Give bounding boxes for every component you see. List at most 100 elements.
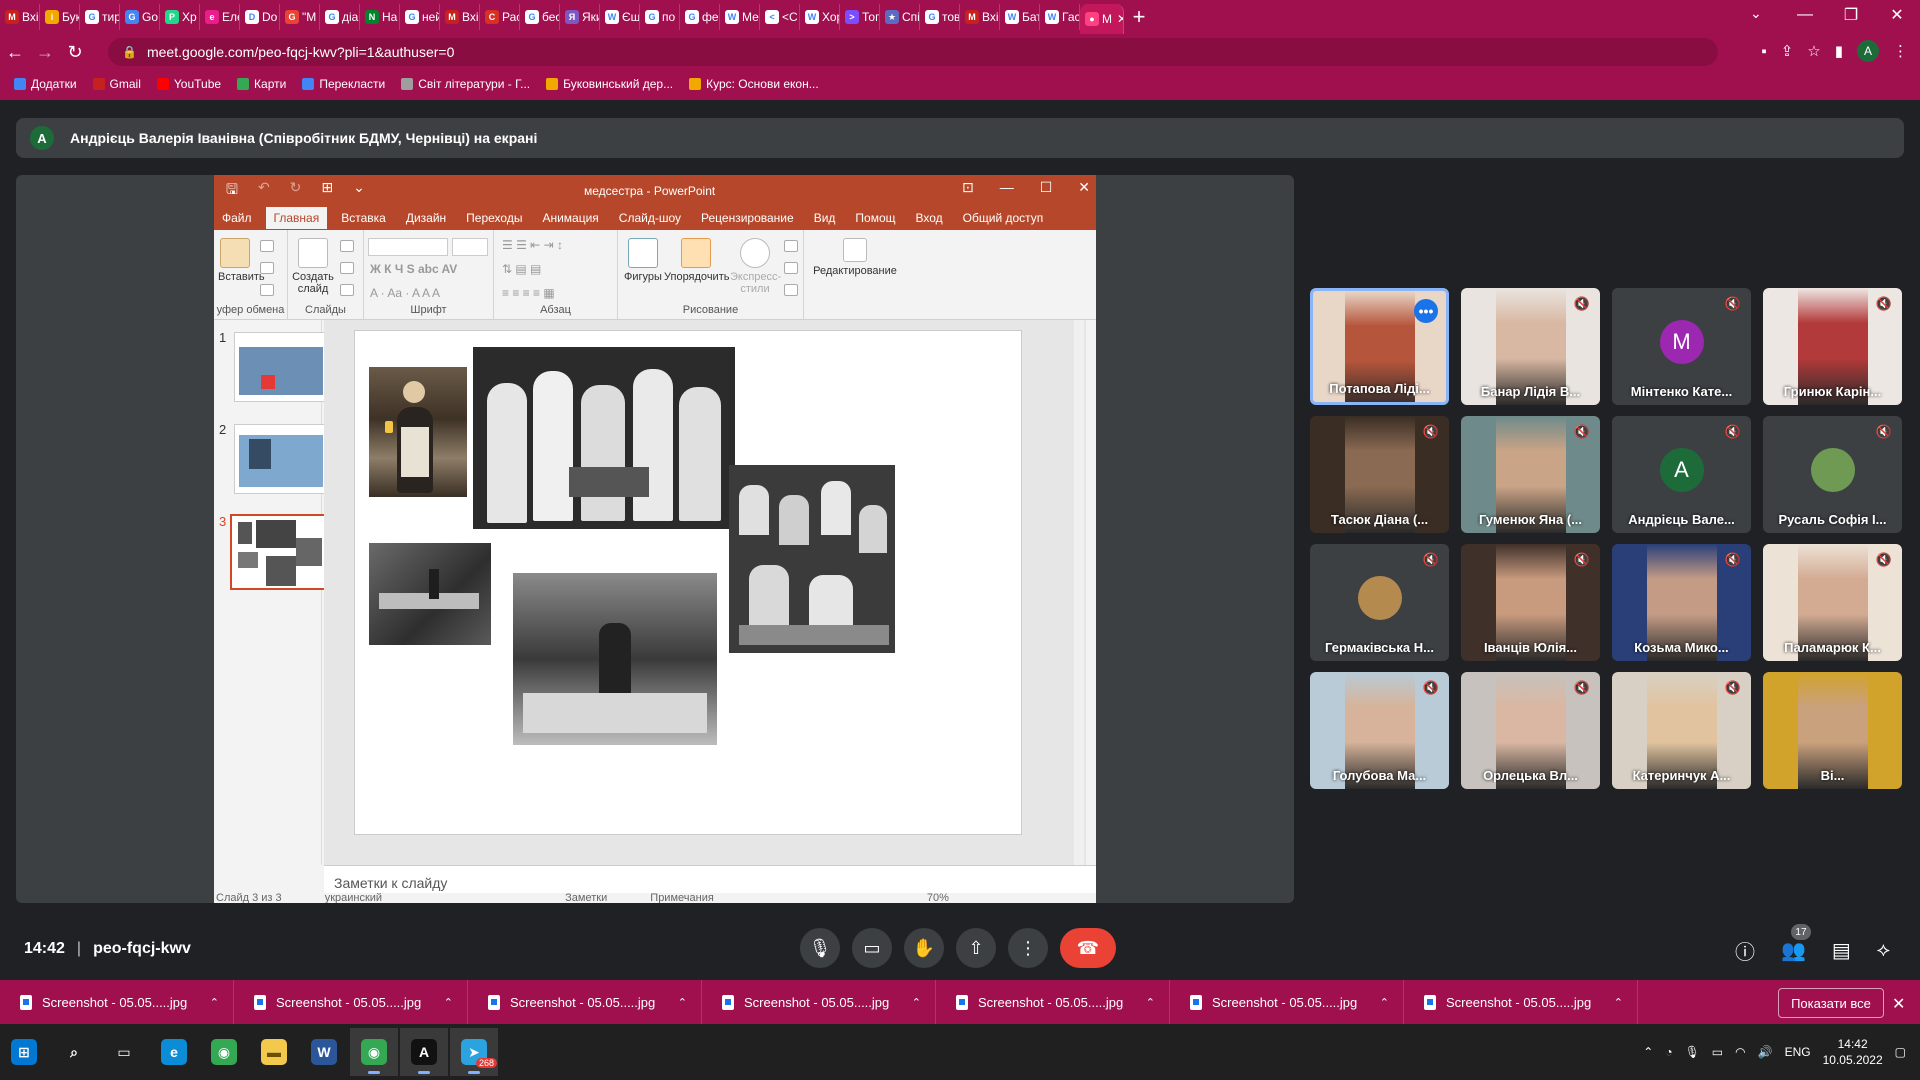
- browser-tab[interactable]: Gдіа: [320, 4, 360, 30]
- menu-kebab-icon[interactable]: ⋮: [1893, 42, 1908, 60]
- browser-tab[interactable]: W Єщ: [600, 4, 640, 30]
- browser-tab[interactable]: Gбес: [520, 4, 560, 30]
- download-item[interactable]: Screenshot - 05.05.....jpg ⌃: [702, 980, 936, 1024]
- browser-tab[interactable]: N На: [360, 4, 400, 30]
- reload-icon[interactable]: ↻: [60, 42, 90, 63]
- ppt-tab[interactable]: Помощ: [855, 211, 895, 225]
- browser-tab[interactable]: < <С: [760, 4, 800, 30]
- bookmark-item[interactable]: Gmail: [92, 77, 141, 91]
- camera-button[interactable]: ▭: [852, 928, 892, 968]
- save-icon[interactable]: 🖫: [226, 179, 238, 203]
- download-item[interactable]: Screenshot - 05.05.....jpg ⌃: [0, 980, 234, 1024]
- wifi-icon[interactable]: ◠: [1735, 1045, 1745, 1059]
- present-button[interactable]: ⇧: [956, 928, 996, 968]
- system-clock[interactable]: 14:42 10.05.2022: [1823, 1036, 1883, 1068]
- section-icon[interactable]: [340, 284, 354, 296]
- browser-tab[interactable]: eЕле: [200, 4, 240, 30]
- taskbar-button[interactable]: e: [150, 1028, 198, 1076]
- ppt-tab[interactable]: Вставка: [341, 211, 386, 225]
- participant-tile[interactable]: 🔇 Гуменюк Яна (...: [1461, 416, 1600, 533]
- zoom-level[interactable]: 70%: [927, 893, 949, 903]
- undo-icon[interactable]: ↶: [258, 179, 270, 203]
- download-item[interactable]: Screenshot - 05.05.....jpg ⌃: [936, 980, 1170, 1024]
- microphone-button[interactable]: 🎙: [800, 928, 840, 968]
- bold-icon[interactable]: Ж К Ч S abc AV: [370, 262, 457, 276]
- presentation-icon[interactable]: ⊞: [321, 179, 333, 203]
- network-icon[interactable]: ◔: [1665, 1045, 1672, 1059]
- slide-scrollbar[interactable]: [1074, 320, 1084, 865]
- ppt-close-icon[interactable]: ✕: [1078, 179, 1090, 196]
- browser-tab[interactable]: Gней: [400, 4, 440, 30]
- tab-search-chevron-icon[interactable]: ⌄: [1750, 5, 1762, 22]
- browser-tab[interactable]: ★ Спі: [880, 4, 920, 30]
- browser-tab[interactable]: P Хр: [160, 4, 200, 30]
- download-item[interactable]: Screenshot - 05.05.....jpg ⌃: [468, 980, 702, 1024]
- reset-icon[interactable]: [340, 262, 354, 274]
- browser-tab[interactable]: > Тог: [840, 4, 880, 30]
- participant-tile[interactable]: ••• Потапова Лідi...: [1310, 288, 1449, 405]
- ppt-maximize-icon[interactable]: ☐: [1040, 179, 1053, 196]
- bullets-icon[interactable]: ☰ ☰ ⇤ ⇥ ↕: [502, 238, 563, 252]
- current-slide[interactable]: [354, 330, 1022, 835]
- taskbar-button[interactable]: A: [400, 1028, 448, 1076]
- input-language[interactable]: ENG: [1785, 1045, 1811, 1059]
- restore-icon[interactable]: ❐: [1828, 0, 1874, 30]
- bookmark-item[interactable]: Буковинський дер...: [546, 77, 673, 91]
- lock-icon[interactable]: 🔒: [122, 45, 137, 59]
- font-color-icon[interactable]: A · Aa · A A A: [370, 286, 440, 300]
- ppt-tab[interactable]: Вход: [916, 211, 943, 225]
- participant-tile[interactable]: 🔇 Гринюк Карін...: [1763, 288, 1902, 405]
- participant-tile[interactable]: 🔇 Орлецька Вл...: [1461, 672, 1600, 789]
- minimize-icon[interactable]: —: [1782, 0, 1828, 30]
- editing-button[interactable]: Редактирование: [810, 238, 900, 277]
- download-item[interactable]: Screenshot - 05.05.....jpg ⌃: [1170, 980, 1404, 1024]
- slide-thumb-1[interactable]: [234, 332, 328, 402]
- share-icon[interactable]: ⇪: [1781, 42, 1794, 60]
- tray-chevron-icon[interactable]: ⌃: [1643, 1045, 1653, 1059]
- bookmark-item[interactable]: YouTube: [156, 77, 221, 91]
- bookmark-item[interactable]: Додатки: [14, 77, 77, 91]
- chevron-up-icon[interactable]: ⌃: [1380, 996, 1389, 1009]
- copy-icon[interactable]: [260, 262, 274, 274]
- participant-tile[interactable]: 🔇 Голубова Ма...: [1310, 672, 1449, 789]
- back-arrow-icon[interactable]: ←: [0, 42, 30, 63]
- comments-toggle[interactable]: Примечания: [650, 893, 714, 903]
- taskbar-button[interactable]: W: [300, 1028, 348, 1076]
- info-icon[interactable]: ⓘ: [1735, 936, 1755, 965]
- microphone-tray-icon[interactable]: 🎙: [1685, 1045, 1700, 1059]
- format-painter-icon[interactable]: [260, 284, 274, 296]
- chevron-up-icon[interactable]: ⌃: [912, 996, 921, 1009]
- slide-thumb-2[interactable]: [234, 424, 328, 494]
- camera-blocked-icon[interactable]: ▪: [1761, 43, 1766, 60]
- redo-icon[interactable]: ↻: [290, 179, 302, 203]
- taskbar-button[interactable]: ➤ 268: [450, 1028, 498, 1076]
- meeting-code[interactable]: peo-fqcj-kwv: [93, 940, 191, 958]
- taskbar-button[interactable]: ⊞: [0, 1028, 48, 1076]
- activities-icon[interactable]: ⟡: [1877, 939, 1890, 962]
- notifications-icon[interactable]: ▢: [1895, 1045, 1906, 1059]
- align-icon[interactable]: ≡ ≡ ≡ ≡ ▦: [502, 286, 555, 300]
- side-panel-icon[interactable]: ▮: [1835, 42, 1843, 60]
- close-downloads-icon[interactable]: ✕: [1892, 994, 1905, 1014]
- shape-fill-icon[interactable]: [784, 240, 798, 252]
- participant-tile[interactable]: A 🔇 Андрієць Вале...: [1612, 416, 1751, 533]
- text-direction-icon[interactable]: ⇅ ▤ ▤: [502, 262, 541, 276]
- ppt-tab[interactable]: Главная: [265, 207, 328, 229]
- leave-call-button[interactable]: ☎: [1060, 928, 1116, 968]
- download-item[interactable]: Screenshot - 05.05.....jpg ⌃: [234, 980, 468, 1024]
- font-size-box[interactable]: [452, 238, 488, 256]
- browser-tab[interactable]: G Go: [120, 4, 160, 30]
- slide-notes[interactable]: Заметки к слайду: [324, 865, 1096, 893]
- participant-tile[interactable]: M 🔇 Мінтенко Кате...: [1612, 288, 1751, 405]
- participant-tile[interactable]: 🔇 Русаль Софія І...: [1763, 416, 1902, 533]
- chevron-up-icon[interactable]: ⌃: [1146, 996, 1155, 1009]
- participant-tile[interactable]: 🔇 Гермаківська Н...: [1310, 544, 1449, 661]
- browser-tab[interactable]: ●M ✕: [1080, 4, 1124, 34]
- participant-tile[interactable]: 🔇 Банар Лідія В...: [1461, 288, 1600, 405]
- ppt-tab[interactable]: Общий доступ: [963, 211, 1044, 225]
- browser-tab[interactable]: Gтов: [920, 4, 960, 30]
- browser-tab[interactable]: D Do: [240, 4, 280, 30]
- shape-effects-icon[interactable]: [784, 284, 798, 296]
- participant-options-icon[interactable]: •••: [1414, 299, 1438, 323]
- ppt-tab[interactable]: Дизайн: [406, 211, 446, 225]
